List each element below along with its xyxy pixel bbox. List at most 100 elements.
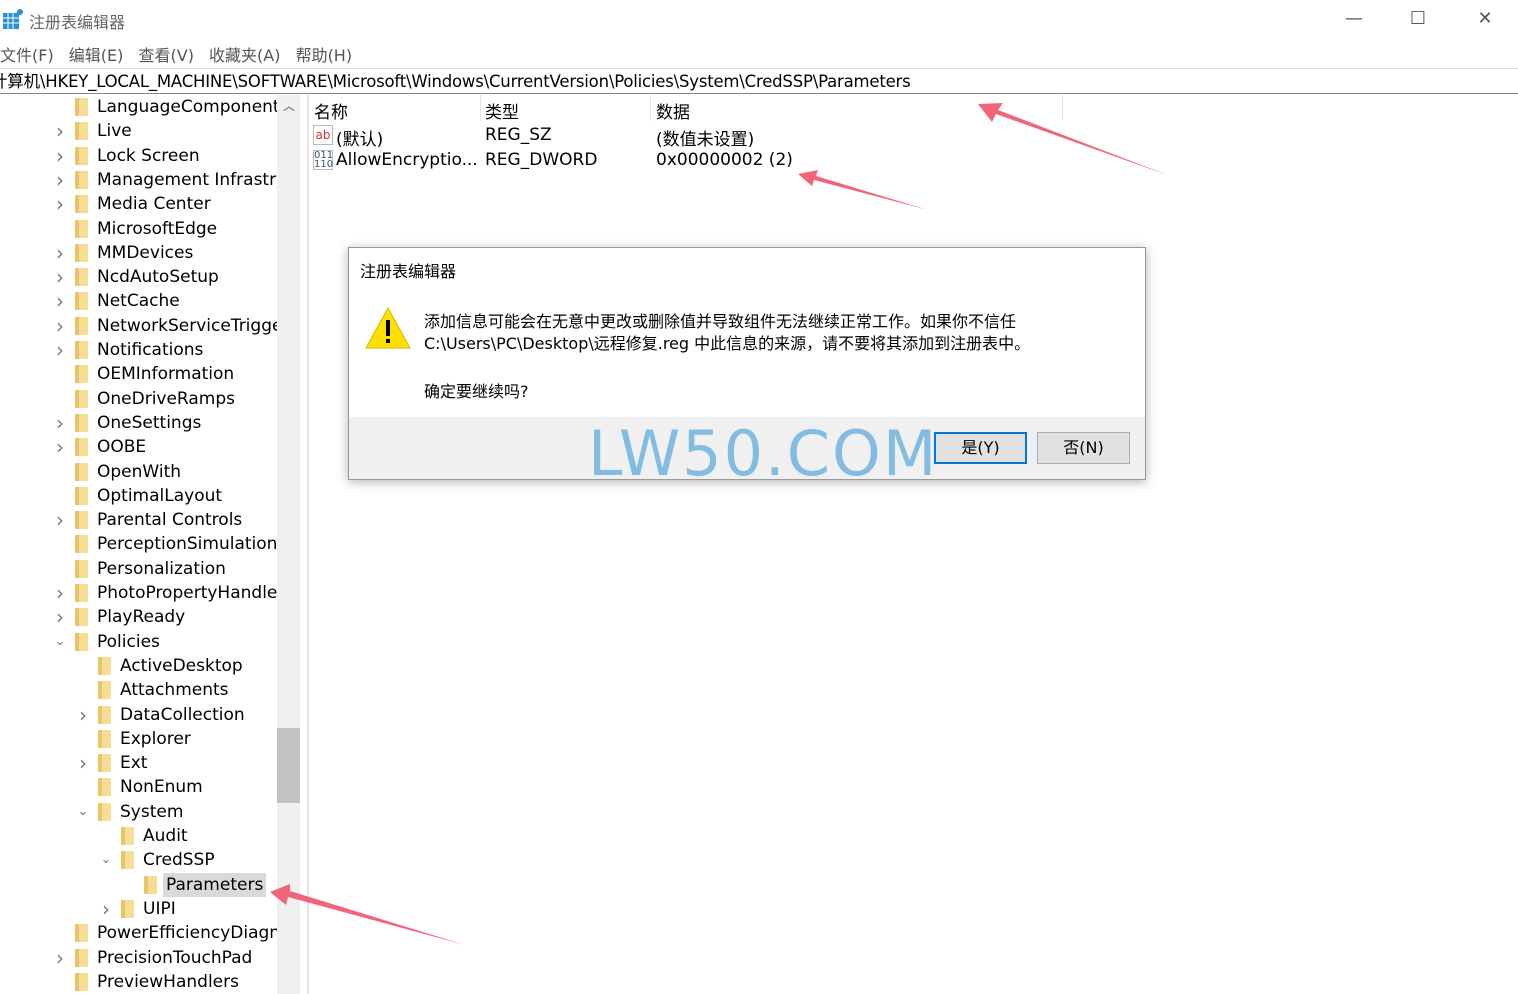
chevron-right-icon[interactable]: › [53,946,67,970]
tree-item[interactable]: › NetworkServiceTriggers [0,314,300,338]
column-divider[interactable] [1062,95,1063,121]
folder-icon [98,681,111,700]
folder-icon [75,559,88,578]
tree-item[interactable]: › NetCache [0,289,300,313]
tree-item[interactable]: ⌄ System [0,800,300,824]
chevron-down-icon[interactable]: ⌄ [53,630,67,654]
tree-item[interactable]: LanguageComponents [0,95,300,119]
chevron-right-icon[interactable]: › [76,703,90,727]
value-name: (默认) [336,130,384,150]
tree-item-label: MMDevices [97,242,194,263]
chevron-right-icon[interactable]: › [53,605,67,629]
tree-item-label: Management Infrastructure [97,169,300,190]
tree-scrollbar[interactable]: ︿ [277,95,300,994]
folder-icon [144,875,157,894]
tree-item[interactable]: PowerEfficiencyDiagnostics [0,921,300,945]
tree-item[interactable]: › Parental Controls [0,508,300,532]
tree-item[interactable]: Audit [0,824,300,848]
chevron-right-icon[interactable]: › [53,314,67,338]
pane-splitter[interactable] [307,95,309,994]
column-header-data[interactable]: 数据 [656,98,690,123]
tree-item[interactable]: › PrecisionTouchPad [0,946,300,970]
tree-item[interactable]: NonEnum [0,775,300,799]
tree-item[interactable]: › Live [0,119,300,143]
scrollbar-thumb[interactable] [277,728,300,803]
tree-item[interactable]: ActiveDesktop [0,654,300,678]
tree-item[interactable]: Parameters [0,872,300,897]
folder-icon [75,413,88,432]
chevron-right-icon[interactable]: › [53,168,67,192]
tree-item[interactable]: Attachments [0,678,300,702]
chevron-right-icon[interactable]: › [53,581,67,605]
column-divider[interactable] [650,95,651,121]
menu-edit[interactable]: 编辑(E) [69,46,124,65]
folder-icon [75,98,88,116]
chevron-right-icon[interactable]: › [53,508,67,532]
tree-item[interactable]: › PhotoPropertyHandler [0,581,300,605]
tree-item[interactable]: › Management Infrastructure [0,168,300,192]
tree-item[interactable]: Personalization [0,557,300,581]
no-button[interactable]: 否(N) [1037,432,1130,464]
tree-item[interactable]: OptimalLayout [0,484,300,508]
message-line: C:\Users\PC\Desktop\远程修复.reg 中此信息的来源，请不要… [424,334,1031,353]
tree-item[interactable]: OpenWith [0,460,300,484]
chevron-right-icon[interactable]: › [76,751,90,775]
tree-item[interactable]: › Media Center [0,192,300,216]
tree-item[interactable]: › UIPI [0,897,300,921]
window-title: 注册表编辑器 [29,13,126,32]
tree-item[interactable]: › DataCollection [0,703,300,727]
tree-item[interactable]: OEMInformation [0,362,300,386]
tree-item[interactable]: › MMDevices [0,241,300,265]
tree-item[interactable]: PerceptionSimulationExtensions [0,532,300,556]
chevron-right-icon[interactable]: › [53,411,67,435]
tree-item[interactable]: ⌄ Policies [0,630,300,654]
tree-item-label: OOBE [97,437,147,458]
tree-item[interactable]: › Lock Screen [0,144,300,168]
menu-help[interactable]: 帮助(H) [296,46,353,65]
tree-item[interactable]: Explorer [0,727,300,751]
scroll-up-icon[interactable]: ︿ [283,97,295,114]
chevron-right-icon[interactable]: › [53,192,67,216]
tree-item[interactable]: › Ext [0,751,300,775]
tree-item[interactable]: ⌄ CredSSP [0,848,300,872]
chevron-right-icon[interactable]: › [53,338,67,362]
tree-item[interactable]: › NcdAutoSetup [0,265,300,289]
column-header-name[interactable]: 名称 [314,98,348,123]
column-divider[interactable] [480,95,481,121]
chevron-right-icon[interactable]: › [53,265,67,289]
tree-item[interactable]: › Notifications [0,338,300,362]
tree-item[interactable]: › OneSettings [0,411,300,435]
tree-item[interactable]: MicrosoftEdge [0,217,300,241]
chevron-down-icon[interactable]: ⌄ [76,800,90,824]
maximize-button[interactable]: ☐ [1395,6,1441,32]
column-header-type[interactable]: 类型 [485,98,519,123]
chevron-right-icon[interactable]: › [53,289,67,313]
folder-icon [75,195,88,214]
folder-icon [75,292,88,311]
tree-item-label: LanguageComponents [97,97,289,117]
chevron-right-icon[interactable]: › [53,144,67,168]
tree-item[interactable]: OneDriveRamps [0,387,300,411]
minimize-button[interactable]: — [1331,6,1377,32]
folder-icon [75,170,88,189]
tree-item-label: OptimalLayout [97,485,223,506]
address-bar[interactable]: 计算机\HKEY_LOCAL_MACHINE\SOFTWARE\Microsof… [0,68,1518,94]
tree-item[interactable]: › PlayReady [0,605,300,629]
tree-item[interactable]: PreviewHandlers [0,970,300,994]
folder-icon [75,389,88,408]
address-path[interactable]: 计算机\HKEY_LOCAL_MACHINE\SOFTWARE\Microsof… [0,72,911,91]
chevron-right-icon[interactable]: › [53,435,67,459]
tree-item-label: PerceptionSimulationExtensions [97,534,300,555]
menu-view[interactable]: 查看(V) [139,46,194,65]
yes-button[interactable]: 是(Y) [934,432,1027,464]
chevron-right-icon[interactable]: › [53,241,67,265]
tree-item-label: PreviewHandlers [97,971,239,992]
close-button[interactable]: ✕ [1462,6,1508,32]
menu-favorites[interactable]: 收藏夹(A) [209,46,280,65]
chevron-right-icon[interactable]: › [99,897,113,921]
tree-item[interactable]: › OOBE [0,435,300,459]
tree-item-label: NcdAutoSetup [97,267,219,288]
menu-file[interactable]: 文件(F) [0,46,54,65]
chevron-right-icon[interactable]: › [53,119,67,143]
chevron-down-icon[interactable]: ⌄ [99,848,113,872]
